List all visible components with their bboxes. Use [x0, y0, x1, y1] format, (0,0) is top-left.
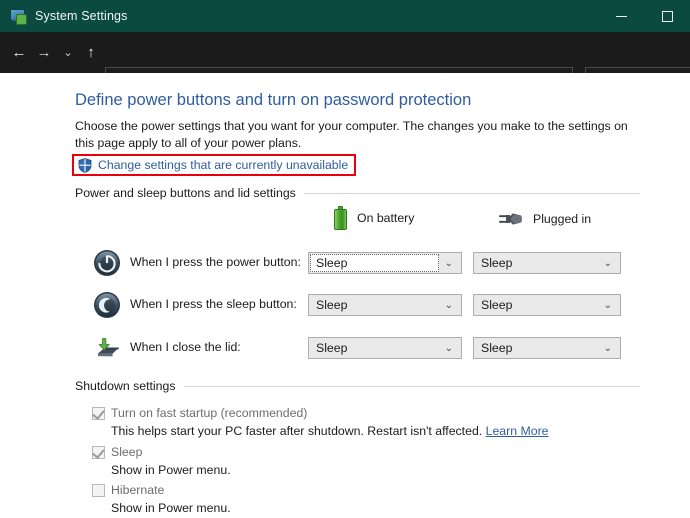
dropdown-sleep-button-plugged-in[interactable]: Sleep ⌄ — [473, 294, 621, 316]
laptop-lid-icon — [93, 334, 121, 362]
sleep-moon-icon — [93, 291, 121, 319]
dropdown-value: Sleep — [316, 256, 347, 270]
chevron-down-icon: ⌄ — [604, 300, 612, 311]
title-bar: System Settings — [0, 0, 690, 32]
checkmark-icon — [92, 446, 104, 459]
dropdown-power-button-plugged-in[interactable]: Sleep ⌄ — [473, 252, 621, 274]
setting-row-close-lid: When I close the lid: Sleep ⌄ Sleep ⌄ — [0, 334, 690, 368]
forward-button[interactable]: → — [33, 42, 55, 64]
checkbox-hibernate[interactable] — [92, 484, 105, 497]
checkbox-label-hibernate: Hibernate — [111, 483, 164, 497]
battery-icon — [334, 206, 347, 230]
checkbox-label-fast-startup: Turn on fast startup (recommended) — [111, 406, 307, 420]
page-title: Define power buttons and turn on passwor… — [75, 91, 471, 110]
window-controls — [598, 0, 690, 32]
page-description: Choose the power settings that you want … — [75, 118, 640, 152]
checkmark-icon — [92, 407, 104, 420]
maximize-icon — [662, 11, 673, 22]
checkbox-description-hibernate: Show in Power menu. — [111, 501, 231, 515]
content-area: Define power buttons and turn on passwor… — [0, 73, 690, 518]
chevron-down-icon: ⌄ — [604, 258, 612, 269]
setting-label-close-lid: When I close the lid: — [130, 340, 241, 354]
dropdown-value: Sleep — [316, 341, 347, 355]
dropdown-value: Sleep — [316, 298, 347, 312]
dropdown-power-button-on-battery[interactable]: Sleep ⌄ — [308, 252, 462, 274]
column-header-plugged-in: Plugged in — [497, 210, 591, 228]
navigation-bar: ← → ⌄ ↑ « Hardware and Sound › Power Opt… — [0, 32, 690, 73]
setting-row-sleep-button: When I press the sleep button: Sleep ⌄ S… — [0, 291, 690, 325]
back-button[interactable]: ← — [8, 42, 30, 64]
chevron-down-icon: ⌄ — [445, 300, 453, 311]
recent-locations-button[interactable]: ⌄ — [57, 42, 79, 64]
dropdown-sleep-button-on-battery[interactable]: Sleep ⌄ — [308, 294, 462, 316]
column-header-plugged-in-label: Plugged in — [533, 212, 591, 226]
system-settings-window: System Settings ← → ⌄ ↑ « Hardware and S… — [0, 0, 690, 518]
column-header-on-battery-label: On battery — [357, 211, 414, 225]
maximize-button[interactable] — [644, 0, 690, 32]
column-headers: On battery Plugged in — [0, 206, 690, 232]
chevron-down-icon: ⌄ — [604, 343, 612, 354]
shutdown-section-title: Shutdown settings — [75, 379, 184, 393]
section-divider — [304, 193, 640, 194]
chevron-down-icon: ⌄ — [445, 258, 453, 269]
change-settings-link[interactable]: Change settings that are currently unava… — [98, 158, 348, 172]
dropdown-value: Sleep — [481, 298, 512, 312]
dropdown-value: Sleep — [481, 341, 512, 355]
checkbox-fast-startup[interactable] — [92, 407, 105, 420]
section-divider — [184, 386, 641, 387]
system-settings-icon — [10, 8, 26, 24]
shutdown-section-header: Shutdown settings — [75, 379, 640, 393]
minimize-icon — [616, 16, 627, 17]
checkbox-description-sleep: Show in Power menu. — [111, 463, 231, 477]
window-title: System Settings — [35, 9, 128, 23]
power-section-header: Power and sleep buttons and lid settings — [75, 186, 640, 200]
fast-startup-description-text: This helps start your PC faster after sh… — [111, 424, 482, 438]
chevron-down-icon: ⌄ — [445, 343, 453, 354]
power-section-title: Power and sleep buttons and lid settings — [75, 186, 304, 200]
checkbox-sleep[interactable] — [92, 446, 105, 459]
shield-icon — [78, 158, 92, 173]
checkbox-label-sleep: Sleep — [111, 445, 142, 459]
dropdown-close-lid-plugged-in[interactable]: Sleep ⌄ — [473, 337, 621, 359]
minimize-button[interactable] — [598, 0, 644, 32]
power-button-icon — [93, 249, 121, 277]
setting-label-sleep-button: When I press the sleep button: — [130, 297, 297, 311]
learn-more-link[interactable]: Learn More — [486, 424, 549, 438]
checkbox-description-fast-startup: This helps start your PC faster after sh… — [111, 424, 549, 438]
up-button[interactable]: ↑ — [80, 42, 102, 64]
dropdown-value: Sleep — [481, 256, 512, 270]
setting-label-power-button: When I press the power button: — [130, 255, 301, 269]
change-settings-highlight: Change settings that are currently unava… — [72, 154, 356, 176]
column-header-on-battery: On battery — [334, 206, 414, 230]
setting-row-power-button: When I press the power button: Sleep ⌄ S… — [0, 249, 690, 283]
power-plug-icon — [497, 210, 523, 228]
dropdown-close-lid-on-battery[interactable]: Sleep ⌄ — [308, 337, 462, 359]
